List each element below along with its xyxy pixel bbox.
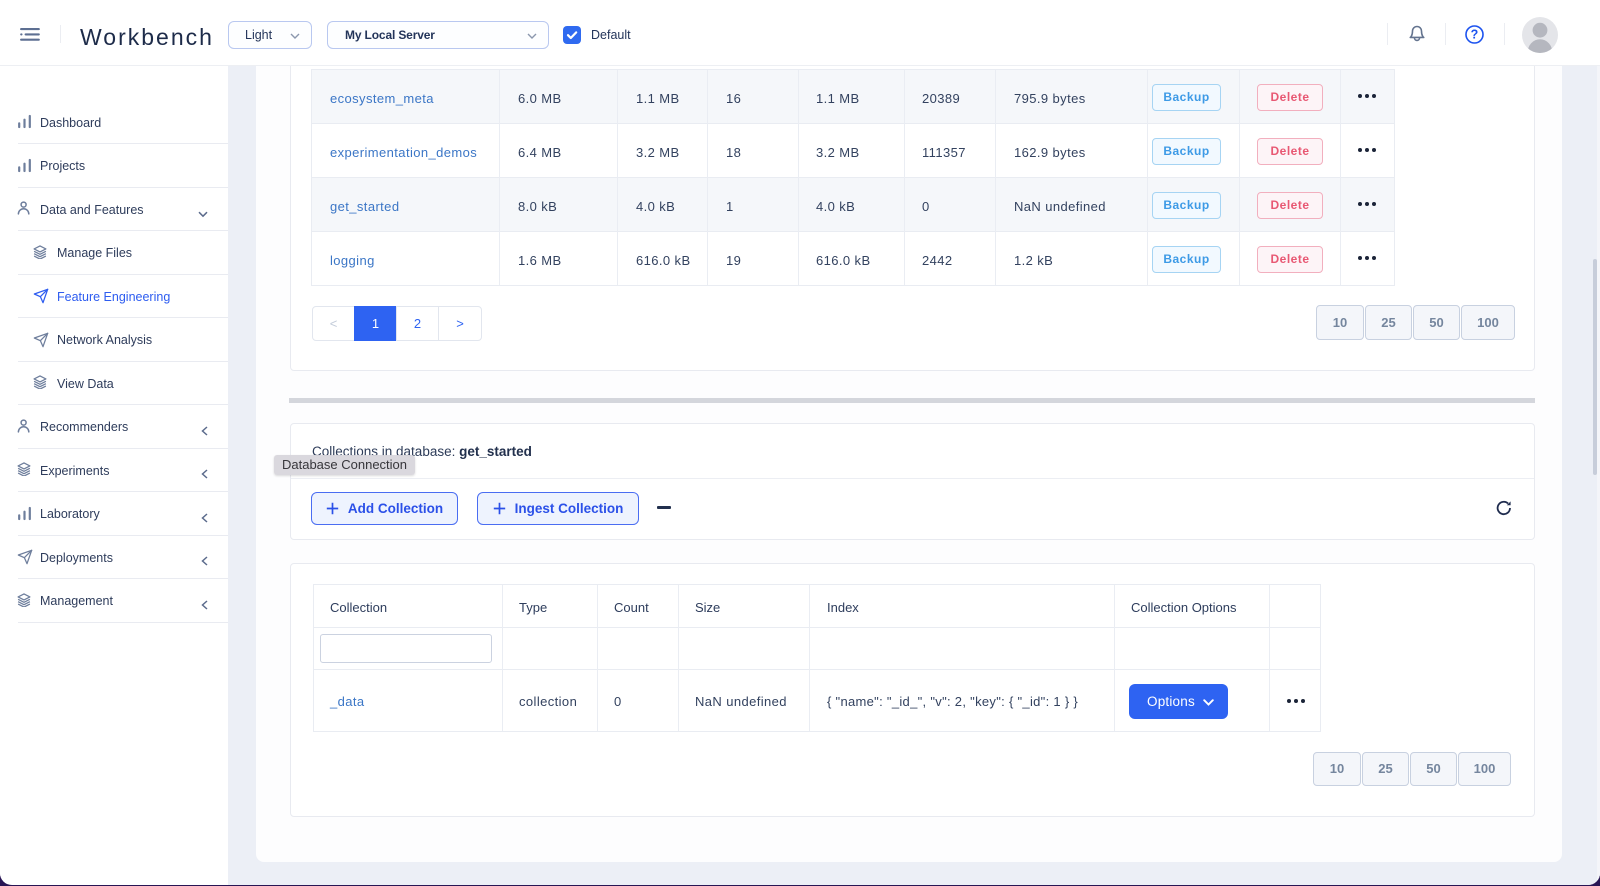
svg-text:?: ? — [1471, 27, 1479, 41]
